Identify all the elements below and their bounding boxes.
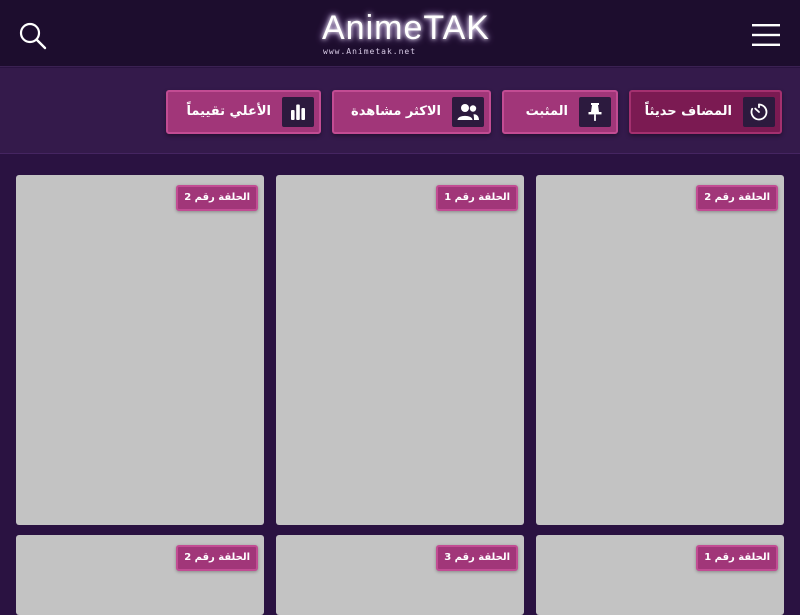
site-logo[interactable]: AnimeTAK www.Animetak.net bbox=[318, 7, 489, 59]
episode-card[interactable]: الحلقة رقم 2 bbox=[16, 175, 264, 525]
episode-card[interactable]: الحلقة رقم 2 bbox=[536, 175, 784, 525]
filter-label: الأعلي تقييماً bbox=[186, 104, 271, 119]
bar-chart-icon bbox=[291, 104, 305, 120]
filter-top-rated-button[interactable]: الأعلي تقييماً bbox=[166, 90, 321, 134]
timer-icon bbox=[750, 103, 768, 121]
episode-badge: الحلقة رقم 2 bbox=[176, 545, 258, 571]
search-icon bbox=[19, 22, 47, 50]
episode-badge: الحلقة رقم 1 bbox=[696, 545, 778, 571]
episode-badge: الحلقة رقم 3 bbox=[436, 545, 518, 571]
users-icon bbox=[457, 104, 479, 120]
hamburger-menu-icon bbox=[752, 24, 780, 46]
filter-label: المضاف حديثاً bbox=[644, 104, 732, 119]
filter-label: المثبت bbox=[525, 104, 568, 119]
episode-badge: الحلقة رقم 2 bbox=[696, 185, 778, 211]
filter-most-viewed-button[interactable]: الاكثر مشاهدة bbox=[332, 90, 491, 134]
filter-bar: المضاف حديثاً المثبت الاكثر مشاهدة الأعل… bbox=[0, 68, 800, 154]
logo-subtext: www.Animetak.net bbox=[323, 47, 417, 56]
episode-card[interactable]: الحلقة رقم 1 bbox=[536, 535, 784, 615]
filter-label: الاكثر مشاهدة bbox=[351, 104, 441, 119]
episode-card[interactable]: الحلقة رقم 3 bbox=[276, 535, 524, 615]
filter-recently-added-button[interactable]: المضاف حديثاً bbox=[629, 90, 782, 134]
episode-badge: الحلقة رقم 1 bbox=[436, 185, 518, 211]
menu-button[interactable] bbox=[751, 22, 781, 48]
logo-text: AnimeTAK bbox=[322, 9, 490, 47]
search-button[interactable] bbox=[18, 21, 48, 51]
episode-badge: الحلقة رقم 2 bbox=[176, 185, 258, 211]
filter-pinned-button[interactable]: المثبت bbox=[502, 90, 618, 134]
site-header: AnimeTAK www.Animetak.net bbox=[0, 0, 800, 67]
pin-icon bbox=[588, 103, 602, 121]
episode-card[interactable]: الحلقة رقم 2 bbox=[16, 535, 264, 615]
episode-card[interactable]: الحلقة رقم 1 bbox=[276, 175, 524, 525]
